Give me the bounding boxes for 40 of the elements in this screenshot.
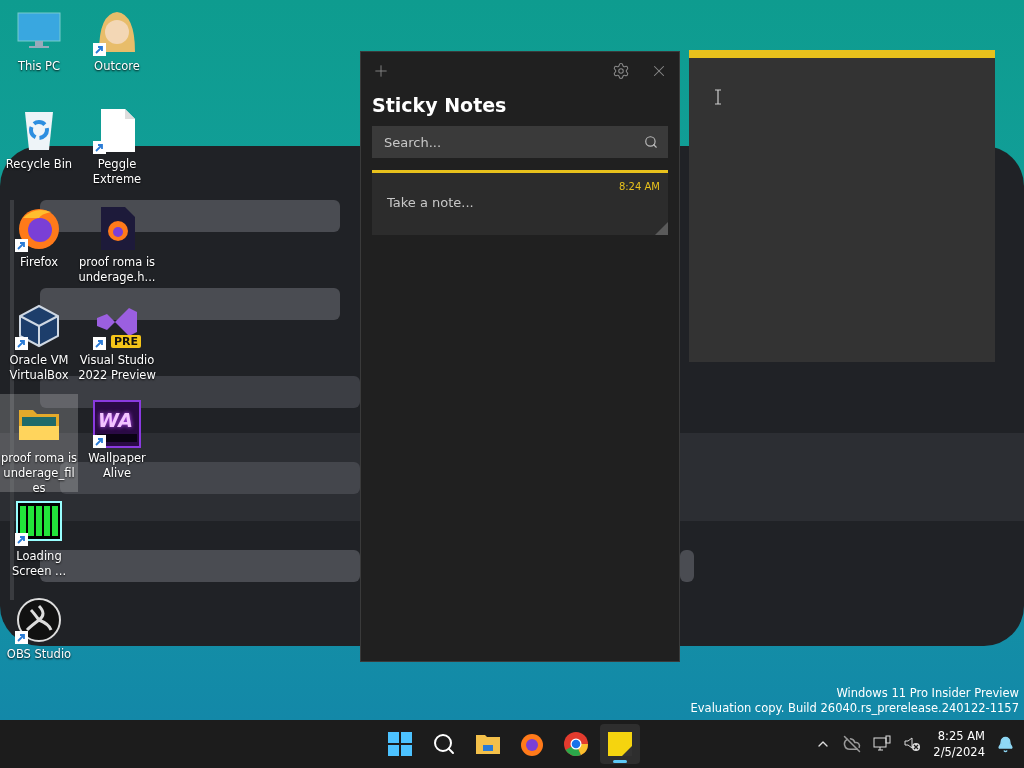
- note-window[interactable]: [689, 50, 995, 362]
- settings-icon: [612, 62, 630, 80]
- settings-button[interactable]: [612, 62, 630, 80]
- plus-icon: [372, 62, 390, 80]
- firefox-icon: [519, 731, 545, 757]
- wallpaper-alive-icon: [93, 400, 141, 448]
- obs-icon: [15, 596, 63, 644]
- evaluation-notice: Evaluation copy. Build 26040.rs_prerelease.240122-1157: [690, 701, 1019, 716]
- icon-label[interactable]: OBS Studio: [0, 647, 78, 662]
- chrome-icon: [563, 731, 589, 757]
- note-card[interactable]: 8:24 AM Take a note...: [372, 170, 668, 235]
- sticky-note-icon: [607, 731, 633, 757]
- icon-label[interactable]: Recycle Bin: [0, 157, 78, 172]
- active-indicator: [613, 760, 627, 763]
- search-field[interactable]: Search...: [372, 126, 668, 158]
- preview-badge: PRE: [110, 335, 141, 348]
- windows-logo-icon: [387, 731, 413, 757]
- note-time: 8:24 AM: [618, 181, 660, 192]
- cloud-off-icon[interactable]: [843, 735, 862, 753]
- window-title: Sticky Notes: [372, 94, 508, 116]
- monitor-icon[interactable]: [873, 735, 892, 753]
- icon-label[interactable]: Firefox: [0, 255, 78, 270]
- notification-bell-icon[interactable]: [997, 735, 1014, 753]
- icon-label[interactable]: Loading Screen ...: [0, 549, 78, 579]
- evaluation-notice: Windows 11 Pro Insider Preview: [836, 686, 1019, 701]
- logo-text: WA: [98, 409, 133, 431]
- note-preview: Take a note...: [387, 195, 474, 210]
- icon-label[interactable]: Oracle VM VirtualBox: [0, 353, 78, 383]
- icon-label[interactable]: Visual Studio 2022 Preview: [78, 353, 156, 383]
- search-icon: [432, 732, 456, 756]
- text-cursor-icon: [714, 89, 722, 105]
- folded-corner-icon: [655, 222, 668, 235]
- icon-label[interactable]: proof roma is underage_files: [0, 451, 78, 496]
- icon-label[interactable]: proof roma is underage.h...: [78, 255, 156, 285]
- search-icon: [644, 135, 658, 149]
- icon-label[interactable]: Wallpaper Alive: [78, 451, 156, 481]
- clock[interactable]: 8:25 AM 2/5/2024: [933, 728, 985, 760]
- taskbar-button[interactable]: [600, 724, 640, 764]
- icon-label[interactable]: Peggle Extreme: [78, 157, 156, 187]
- speaker-muted-icon[interactable]: [903, 735, 922, 753]
